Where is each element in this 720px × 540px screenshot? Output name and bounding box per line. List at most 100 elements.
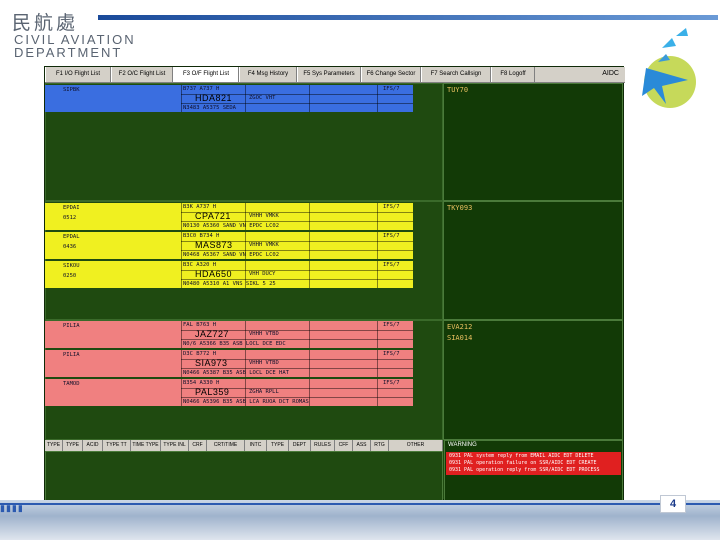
strip-gridline	[245, 321, 246, 348]
warning-title: WARNING	[448, 442, 477, 448]
tab-io-flight-list[interactable]: F1 I/O Flight List	[45, 67, 111, 82]
airplane-logo-icon	[642, 28, 696, 108]
strip-gridline	[181, 212, 413, 213]
list-column-header[interactable]: TYPE INL	[161, 440, 189, 451]
flight-strip[interactable]: PILIA FAL B763 H JAZ727 N0/6 A5366 B35 ASB …	[45, 321, 413, 348]
strip-airports: VHH DUCY	[249, 271, 276, 277]
right-panel-2: TKY093	[443, 201, 623, 320]
list-column-header[interactable]: INTC	[245, 440, 267, 451]
strip-airports: ZGOC VHT	[249, 95, 276, 101]
tab-change-sector[interactable]: F6 Change Sector	[361, 67, 421, 82]
slide: 民航處 CIVIL AVIATION DEPARTMENT F1 I/O Fli…	[0, 0, 720, 540]
strip-gridline	[309, 321, 310, 348]
strip-gridline	[181, 270, 413, 271]
strip-route: N0480 A5310 A1 VNS SIKL 5 25	[183, 281, 276, 287]
footer-dots: ▮▮▮▮	[0, 503, 24, 513]
strip-gridline	[245, 85, 246, 112]
strip-fix: TAMOD	[63, 381, 80, 387]
strip-aircraft: D3C B772 H	[183, 351, 217, 357]
strip-aircraft: B354 A330 H	[183, 380, 220, 386]
list-column-header[interactable]: TYPE TT	[103, 440, 131, 451]
list-column-header[interactable]: TYPE	[45, 440, 63, 451]
list-column-header[interactable]: CRT/TIME	[207, 440, 245, 451]
strip-aircraft: B3C A320 H	[183, 262, 217, 268]
strip-airports: VHHH VTBD	[249, 331, 279, 337]
list-column-header[interactable]: ASS	[353, 440, 371, 451]
warning-line: 0931 PAL system reply from EMAIL AIDC ED…	[449, 453, 594, 459]
strip-group: SIPBK B737 A737 H HDA821 N3483 A5375 SEDA ZG…	[45, 85, 413, 114]
tab-search-callsign[interactable]: F7 Search Callsign	[421, 67, 491, 82]
strip-status: IFS/7	[383, 262, 400, 268]
strip-aircraft: B3K A737 H	[183, 204, 217, 210]
flight-strip[interactable]: EPDAL 0436 B3C0 B734 H MAS873 N0468 A5367 SA…	[45, 232, 413, 259]
list-column-header[interactable]: ACID	[83, 440, 103, 451]
strip-airports: VHHH VTBD	[249, 360, 279, 366]
list-column-header[interactable]: OTHER	[389, 440, 443, 451]
strip-gridline	[309, 261, 310, 288]
flight-list-body[interactable]	[45, 451, 443, 501]
strip-time: 0250	[63, 273, 77, 279]
tab-sys-parameters[interactable]: F5 Sys Parameters	[297, 67, 361, 82]
strip-status: IFS/7	[383, 204, 400, 210]
strip-gridline	[181, 232, 182, 259]
strip-gridline	[377, 261, 378, 288]
right-panel-callsign[interactable]: TUY70	[447, 86, 468, 94]
strip-gridline	[377, 85, 378, 112]
list-column-header[interactable]: TYPE	[267, 440, 289, 451]
list-column-header[interactable]: TYPE	[63, 440, 83, 451]
window-tag: AIDC	[602, 70, 619, 77]
strip-airports: VHHH VMKK	[249, 242, 279, 248]
strip-gridline	[181, 339, 413, 340]
strip-gridline	[181, 368, 413, 369]
strip-aircraft: B737 A737 H	[183, 86, 220, 92]
right-panel-callsign[interactable]: TKY093	[447, 204, 472, 212]
flight-strip[interactable]: PILIA D3C B772 H SIA973 N0466 A5387 B35 ASB…	[45, 350, 413, 377]
list-column-header[interactable]: DEPT	[289, 440, 311, 451]
strip-airports: ZGHA RPLL	[249, 389, 279, 395]
warning-messages[interactable]: 0931 PAL system reply from EMAIL AIDC ED…	[446, 452, 621, 475]
tab-msg-history[interactable]: F4 Msg History	[239, 67, 297, 82]
flight-strip[interactable]: TAMOD B354 A330 H PAL359 N0466 A5396 B35 AS…	[45, 379, 413, 406]
tab-logoff[interactable]: F8 Logoff	[491, 67, 535, 82]
strip-gridline	[181, 103, 413, 104]
strip-gridline	[181, 203, 182, 230]
footer-rule	[0, 503, 720, 505]
strip-gridline	[245, 379, 246, 406]
strip-time: 0512	[63, 215, 77, 221]
strip-gridline	[245, 261, 246, 288]
strip-time: 0436	[63, 244, 77, 250]
strip-fix: PILIA	[63, 352, 80, 358]
strip-gridline	[309, 350, 310, 377]
tab-oc-flight-list[interactable]: F2 O/C Flight List	[111, 67, 173, 82]
strip-gridline	[181, 379, 182, 406]
strip-group: EPDAI 0512 B3K A737 H CPA721 N0130 A5360 SAN…	[45, 203, 413, 290]
right-panel-1: TUY70	[443, 83, 623, 201]
function-key-menubar: F1 I/O Flight List F2 O/C Flight List F3…	[45, 67, 625, 83]
list-column-header[interactable]: CFF	[335, 440, 353, 451]
warning-line: 0931 PAL operation failure on SSR/AIDC E…	[449, 460, 597, 466]
strip-gridline	[309, 203, 310, 230]
list-column-header[interactable]: CRF	[189, 440, 207, 451]
strip-aircraft: FAL B763 H	[183, 322, 217, 328]
strip-fix: EPDAL	[63, 234, 80, 240]
airport-photo-strip	[0, 500, 720, 540]
flight-list-header: TYPE TYPE ACID TYPE TT TIME TYPE TYPE INL CRF C…	[45, 440, 443, 451]
strip-gridline	[245, 232, 246, 259]
strip-gridline	[377, 203, 378, 230]
strip-gridline	[181, 221, 413, 222]
list-column-header[interactable]: TIME TYPE	[131, 440, 161, 451]
strip-route: N3483 A5375 SEDA	[183, 105, 236, 111]
right-panel-callsign[interactable]: EVA212	[447, 323, 472, 331]
flight-strip[interactable]: SIPBK B737 A737 H HDA821 N3483 A5375 SEDA ZG…	[45, 85, 413, 112]
strip-status: IFS/7	[383, 322, 400, 328]
flight-strip[interactable]: EPDAI 0512 B3K A737 H CPA721 N0130 A5360 SAN…	[45, 203, 413, 230]
strip-gridline	[245, 203, 246, 230]
strip-gridline	[181, 397, 413, 398]
strip-fix: EPDAI	[63, 205, 80, 211]
list-column-header[interactable]: RTG	[371, 440, 389, 451]
strip-fix: SIKOU	[63, 263, 80, 269]
list-column-header[interactable]: RULES	[311, 440, 335, 451]
right-panel-callsign[interactable]: SIA014	[447, 334, 472, 342]
flight-strip[interactable]: SIKOU 0250 B3C A320 H HDA650 N0480 A5310 A1 …	[45, 261, 413, 288]
tab-of-flight-list[interactable]: F3 O/F Flight List	[173, 67, 239, 82]
